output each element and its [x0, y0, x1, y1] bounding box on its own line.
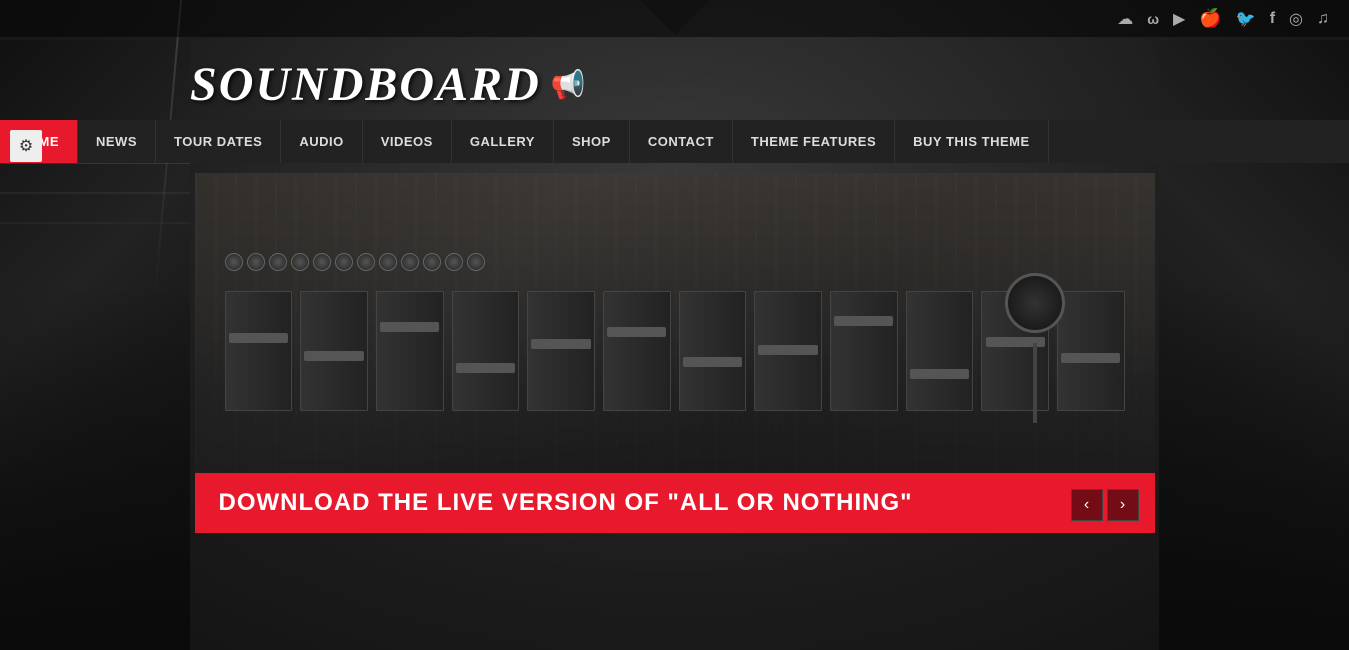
fader-handle [758, 345, 817, 355]
header-area: SOUNDBOARD 📢 [0, 37, 1349, 112]
mic-stand [1033, 343, 1037, 423]
page-wrapper: ⚙ ☁ ω ▶ 🍎 🐦 f ◎ ♫ SOUNDBOARD 📢 HOME NEWS… [0, 0, 1349, 650]
nav-item-videos[interactable]: VIDEOS [363, 120, 452, 163]
fader-handle [683, 357, 742, 367]
youtube-icon[interactable]: ▶ [1173, 9, 1185, 29]
fader-channel [225, 291, 293, 411]
knob [467, 253, 485, 271]
knob [423, 253, 441, 271]
fader-handle [304, 351, 363, 361]
knob [225, 253, 243, 271]
knob [379, 253, 397, 271]
fader-channel [300, 291, 368, 411]
nav-item-theme-features[interactable]: THEME FEATURES [733, 120, 895, 163]
cta-text: DOWNLOAD THE LIVE VERSION OF "ALL OR NOT… [219, 489, 913, 517]
cta-banner[interactable]: DOWNLOAD THE LIVE VERSION OF "ALL OR NOT… [195, 473, 1155, 533]
nav-item-gallery[interactable]: GALLERY [452, 120, 554, 163]
nav-bar: HOME NEWS TOUR DATES AUDIO VIDEOS GALLER… [0, 120, 1349, 163]
fader-handle [380, 322, 439, 332]
fader-handle [607, 327, 666, 337]
nav-item-buy-this-theme[interactable]: BUY THIS THEME [895, 120, 1049, 163]
facebook-icon[interactable]: f [1270, 10, 1275, 28]
content-wrapper: ☁ ω ▶ 🍎 🐦 f ◎ ♫ SOUNDBOARD 📢 HOME NEWS T… [0, 0, 1349, 543]
fader-channel [603, 291, 671, 411]
knob [313, 253, 331, 271]
site-logo[interactable]: SOUNDBOARD [190, 57, 541, 112]
fader-channel [679, 291, 747, 411]
fader-channel [376, 291, 444, 411]
nav-item-shop[interactable]: SHOP [554, 120, 630, 163]
spotify-icon[interactable]: ♫ [1317, 10, 1329, 28]
fader-handle [456, 363, 515, 373]
lastfm-icon[interactable]: ω [1147, 11, 1159, 27]
instagram-icon[interactable]: ◎ [1289, 9, 1303, 29]
knob [269, 253, 287, 271]
apple-icon[interactable]: 🍎 [1199, 8, 1221, 29]
fader-channel [830, 291, 898, 411]
fader-handle [910, 369, 969, 379]
nav-item-tour-dates[interactable]: TOUR DATES [156, 120, 281, 163]
fader-handle [834, 316, 893, 326]
megaphone-icon: 📢 [551, 68, 586, 101]
settings-button[interactable]: ⚙ [10, 130, 42, 162]
top-triangle-decoration [640, 0, 710, 35]
fader-channel [452, 291, 520, 411]
knob [247, 253, 265, 271]
gear-icon: ⚙ [19, 136, 33, 156]
logo-container: SOUNDBOARD 📢 [190, 57, 586, 112]
equipment-visual [975, 273, 1095, 413]
knob [401, 253, 419, 271]
fader-handle [229, 333, 288, 343]
fader-channel [906, 291, 974, 411]
main-content: DOWNLOAD THE LIVE VERSION OF "ALL OR NOT… [0, 163, 1349, 543]
fader-channel [527, 291, 595, 411]
prev-slide-button[interactable]: ‹ [1071, 489, 1103, 521]
slider-nav: ‹ › [1071, 489, 1139, 521]
vinyl-record [1005, 273, 1065, 333]
next-slide-button[interactable]: › [1107, 489, 1139, 521]
nav-item-news[interactable]: NEWS [78, 120, 156, 163]
twitter-icon[interactable]: 🐦 [1236, 9, 1256, 29]
nav-item-contact[interactable]: CONTACT [630, 120, 733, 163]
fader-channel [754, 291, 822, 411]
fader-handle [531, 339, 590, 349]
knob [291, 253, 309, 271]
knob [335, 253, 353, 271]
hero-slider: DOWNLOAD THE LIVE VERSION OF "ALL OR NOT… [195, 173, 1155, 533]
knob [357, 253, 375, 271]
knob [445, 253, 463, 271]
nav-item-audio[interactable]: AUDIO [281, 120, 362, 163]
soundcloud-icon[interactable]: ☁ [1117, 9, 1133, 29]
